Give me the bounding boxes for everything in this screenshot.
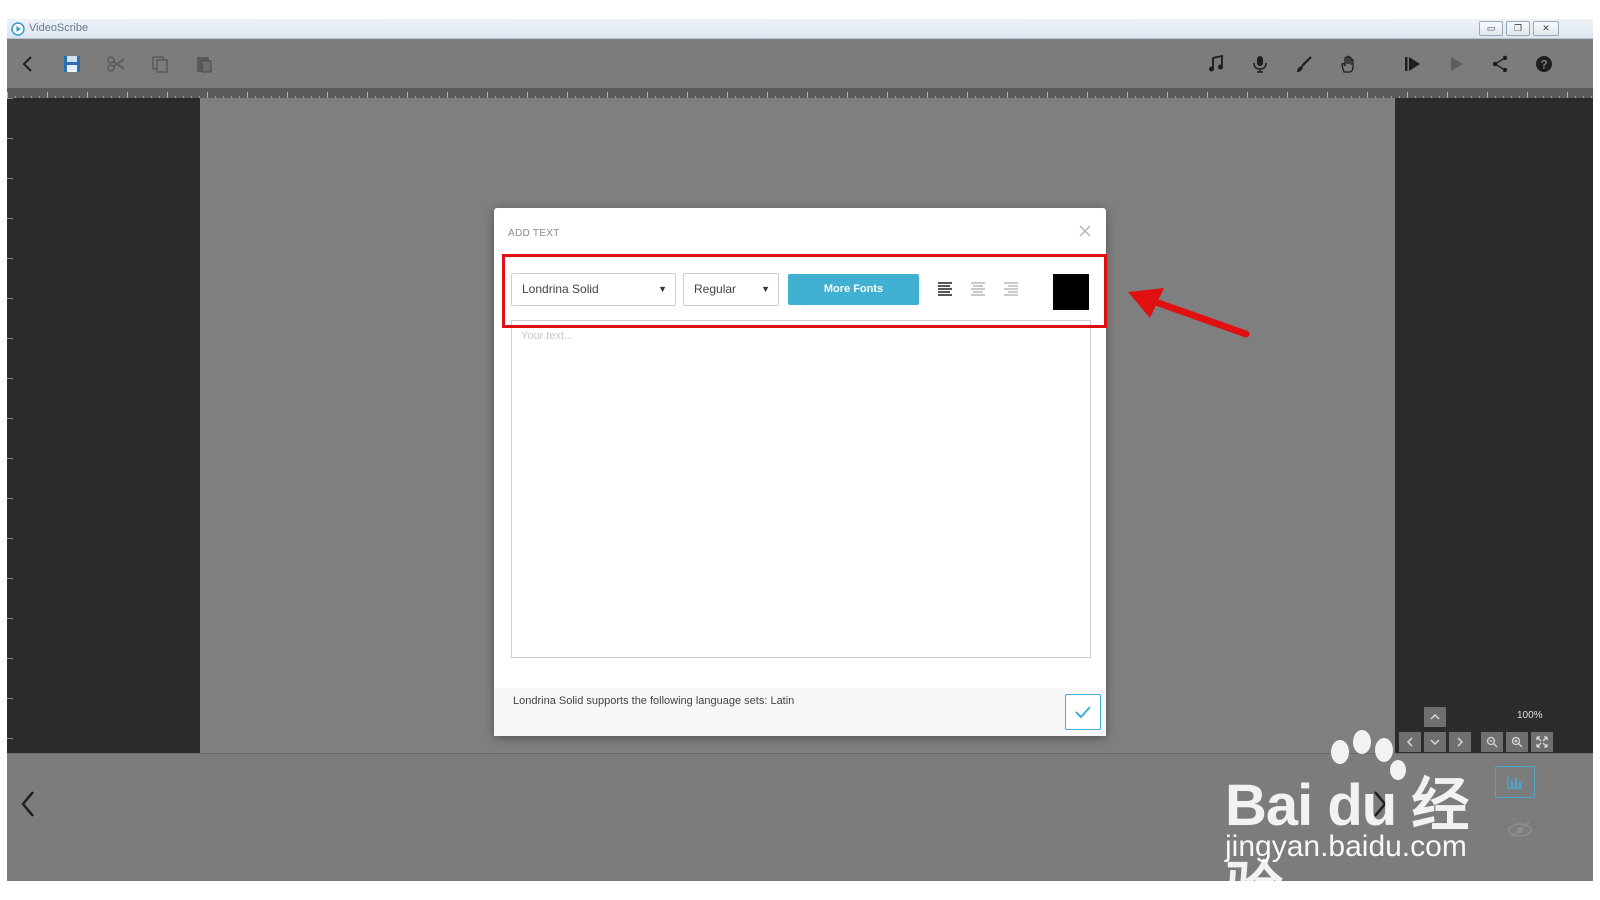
play-button[interactable] xyxy=(1443,51,1469,77)
annotation-highlight-box xyxy=(502,254,1107,328)
microphone-icon xyxy=(1253,56,1267,73)
zoom-level: 100% xyxy=(1517,710,1543,721)
voiceover-button[interactable] xyxy=(1247,51,1273,77)
copy-icon xyxy=(152,56,168,73)
help-button[interactable]: ? xyxy=(1531,51,1557,77)
dialog-title: ADD TEXT xyxy=(508,228,560,239)
hand-icon xyxy=(1341,55,1354,73)
close-icon[interactable] xyxy=(1078,224,1092,238)
text-input-area[interactable]: Your text... xyxy=(511,320,1091,658)
copy-button[interactable] xyxy=(147,51,173,77)
dialog-footer: Londrina Solid supports the following la… xyxy=(494,688,1106,736)
restore-button[interactable]: ❐ xyxy=(1506,21,1530,36)
chevron-up-icon xyxy=(1430,713,1440,720)
share-icon xyxy=(1492,55,1508,73)
timeline-prev-icon[interactable] xyxy=(17,788,41,820)
canvas-margin-right xyxy=(1395,98,1593,753)
draw-button[interactable] xyxy=(1291,51,1317,77)
language-support-info: Londrina Solid supports the following la… xyxy=(513,695,795,707)
vertical-ruler-ticks xyxy=(7,98,17,753)
vertical-ruler xyxy=(7,98,17,753)
title-bar: VideoScribe ▭ ❐ ✕ xyxy=(7,19,1593,39)
paste-button[interactable] xyxy=(191,51,217,77)
cut-button[interactable] xyxy=(103,51,129,77)
svg-text:?: ? xyxy=(1540,58,1547,72)
text-placeholder: Your text... xyxy=(521,330,574,342)
fullscreen-icon xyxy=(1536,736,1548,748)
window-title: VideoScribe xyxy=(29,22,89,34)
preview-button[interactable] xyxy=(1399,51,1425,77)
minimize-button[interactable]: ▭ xyxy=(1479,21,1503,36)
close-window-button[interactable]: ✕ xyxy=(1533,21,1559,36)
fit-screen-button[interactable] xyxy=(1531,732,1553,752)
share-button[interactable] xyxy=(1487,51,1513,77)
music-button[interactable] xyxy=(1203,51,1229,77)
preview-icon xyxy=(1405,57,1420,71)
pan-up-button[interactable] xyxy=(1424,707,1446,727)
annotation-arrow-icon xyxy=(1128,288,1250,338)
save-icon xyxy=(64,56,80,72)
music-icon xyxy=(1209,54,1223,72)
paste-icon xyxy=(197,57,212,73)
videoscribe-logo-icon xyxy=(11,22,25,36)
hand-button[interactable] xyxy=(1335,51,1361,77)
cut-icon xyxy=(107,56,125,72)
confirm-button[interactable] xyxy=(1065,694,1101,730)
canvas-margin-left xyxy=(7,98,200,753)
watermark-url: jingyan.baidu.com xyxy=(1225,830,1467,863)
horizontal-ruler xyxy=(7,88,1593,101)
save-button[interactable] xyxy=(59,51,85,77)
brush-icon xyxy=(1297,56,1312,72)
checkmark-icon xyxy=(1075,706,1091,719)
baidu-watermark: Bai du 经验 jingyan.baidu.com xyxy=(1225,730,1525,900)
back-button[interactable] xyxy=(15,51,41,77)
main-toolbar: ? xyxy=(7,39,1593,88)
play-icon xyxy=(1451,57,1463,71)
watermark-logo-text: Bai du 经验 xyxy=(1225,773,1469,900)
back-icon xyxy=(22,56,32,72)
help-icon: ? xyxy=(1536,56,1552,72)
